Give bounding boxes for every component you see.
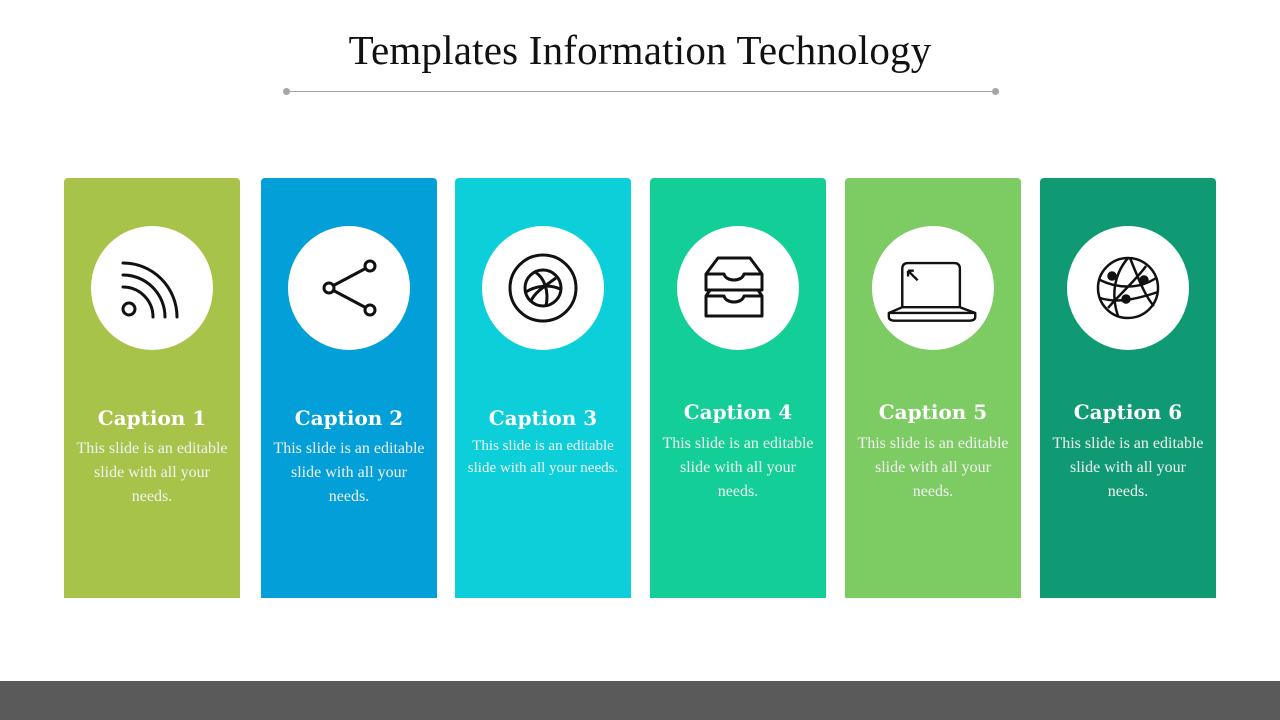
- card-caption-6: Caption 6 This slide is an editable slid…: [1040, 178, 1216, 598]
- network-globe-icon: [1096, 256, 1160, 320]
- card-caption: Caption 1: [97, 406, 207, 430]
- share-icon: [322, 259, 377, 317]
- card-caption: Caption 3: [488, 406, 598, 430]
- icon-circle: [872, 226, 994, 350]
- icon-circle: [482, 226, 604, 350]
- card-caption-5: Caption 5 This slide is an editable slid…: [845, 178, 1021, 598]
- icon-circle: [91, 226, 213, 350]
- card-description: This slide is an editable slide with all…: [467, 438, 619, 476]
- card-caption: Caption 6: [1073, 400, 1183, 424]
- icon-circle: [677, 226, 799, 350]
- card-caption: Caption 4: [683, 400, 793, 424]
- card-description: This slide is an editable slide with all…: [662, 435, 814, 500]
- dribbble-ball-icon: [508, 253, 578, 323]
- card-description: This slide is an editable slide with all…: [76, 440, 228, 505]
- rss-feed-icon: [121, 261, 179, 319]
- footer-bar: [0, 681, 1280, 720]
- title-divider: [287, 91, 995, 92]
- laptop-icon: [887, 261, 977, 322]
- divider-right-dot: [992, 88, 999, 95]
- card-caption-2: Caption 2 This slide is an editable slid…: [261, 178, 437, 598]
- card-caption-1: Caption 1 This slide is an editable slid…: [64, 178, 240, 598]
- card-description: This slide is an editable slide with all…: [273, 440, 425, 505]
- card-description: This slide is an editable slide with all…: [857, 435, 1009, 500]
- card-description: This slide is an editable slide with all…: [1052, 435, 1204, 500]
- divider-left-dot: [283, 88, 290, 95]
- slide-title: Templates Information Technology: [348, 27, 932, 73]
- card-caption: Caption 5: [878, 400, 988, 424]
- card-caption: Caption 2: [294, 406, 404, 430]
- icon-circle: [1067, 226, 1189, 350]
- icon-circle: [288, 226, 410, 350]
- card-caption-4: Caption 4 This slide is an editable slid…: [650, 178, 826, 598]
- card-caption-3: Caption 3 This slide is an editable slid…: [455, 178, 631, 598]
- stacked-trays-icon: [704, 256, 764, 318]
